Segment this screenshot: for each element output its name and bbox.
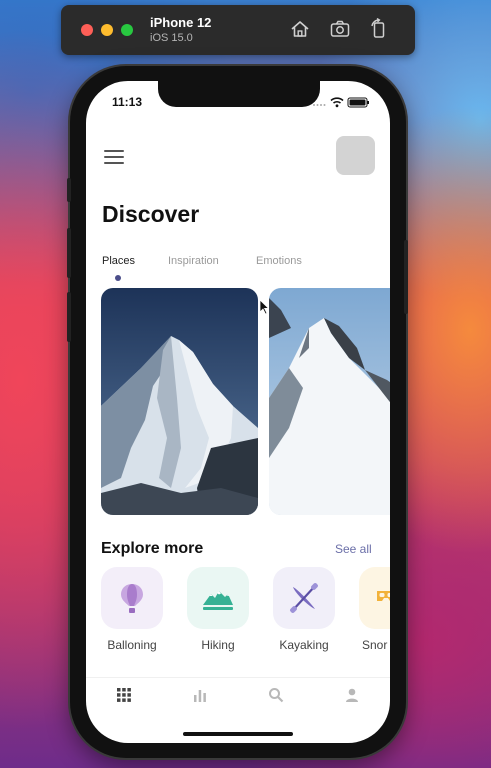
search-icon[interactable]: [268, 687, 284, 703]
mouse-cursor-icon: [259, 299, 269, 315]
battery-icon: [347, 97, 369, 108]
chart-icon[interactable]: [192, 687, 208, 703]
zoom-window-button[interactable]: [121, 24, 133, 36]
see-all-link[interactable]: See all: [335, 542, 372, 556]
power-button: [404, 240, 408, 314]
activity-kayaking[interactable]: Kayaking: [272, 567, 336, 652]
snowy-mountain-ridge-image: [269, 288, 390, 515]
activity-snorkeling[interactable]: Snor: [358, 567, 390, 652]
place-card-1[interactable]: [101, 288, 258, 515]
hamburger-menu-icon[interactable]: [104, 150, 124, 164]
avatar[interactable]: [336, 136, 375, 175]
wifi-icon: [330, 97, 344, 108]
os-version: iOS 15.0: [150, 32, 193, 44]
rotate-icon[interactable]: [368, 17, 390, 40]
minimize-window-button[interactable]: [101, 24, 113, 36]
status-time: 11:13: [112, 95, 143, 109]
activity-label: Snor: [362, 638, 388, 652]
place-card-2[interactable]: [269, 288, 390, 515]
mute-switch: [67, 178, 71, 202]
snorkel-icon: [359, 567, 390, 629]
tab-emotions[interactable]: Emotions: [256, 255, 302, 267]
activity-hiking[interactable]: Hiking: [186, 567, 250, 652]
category-tabs: Places Inspiration Emotions: [102, 255, 390, 285]
close-window-button[interactable]: [81, 24, 93, 36]
activity-balloning[interactable]: Balloning: [100, 567, 164, 652]
activity-label: Kayaking: [279, 638, 329, 652]
screenshot-icon[interactable]: [329, 18, 351, 40]
mountains-icon: [187, 567, 249, 629]
explore-more-heading: Explore more: [101, 540, 204, 557]
app-screen: 11:13 Discover Places Inspiration Emotio…: [86, 81, 390, 743]
volume-down-button: [67, 292, 71, 342]
activity-label: Hiking: [201, 638, 235, 652]
profile-icon[interactable]: [344, 687, 360, 703]
tab-inspiration[interactable]: Inspiration: [168, 255, 219, 267]
status-icons: [313, 97, 369, 108]
notch: [158, 81, 320, 107]
activity-label: Balloning: [107, 638, 157, 652]
volume-up-button: [67, 228, 71, 278]
device-name: iPhone 12: [150, 15, 212, 30]
signal-icon: [313, 104, 326, 106]
simulator-toolbar: iPhone 12 iOS 15.0: [61, 5, 415, 55]
hot-air-balloon-icon: [101, 567, 163, 629]
snowy-mountain-peak-image: [101, 288, 258, 515]
page-title: Discover: [102, 201, 200, 227]
bottom-navigation: [86, 677, 390, 717]
tab-places[interactable]: Places: [102, 255, 135, 267]
grid-icon[interactable]: [116, 687, 132, 703]
kayak-icon: [273, 567, 335, 629]
home-indicator: [183, 732, 293, 736]
home-icon[interactable]: [289, 18, 311, 40]
active-tab-indicator: [115, 275, 121, 281]
